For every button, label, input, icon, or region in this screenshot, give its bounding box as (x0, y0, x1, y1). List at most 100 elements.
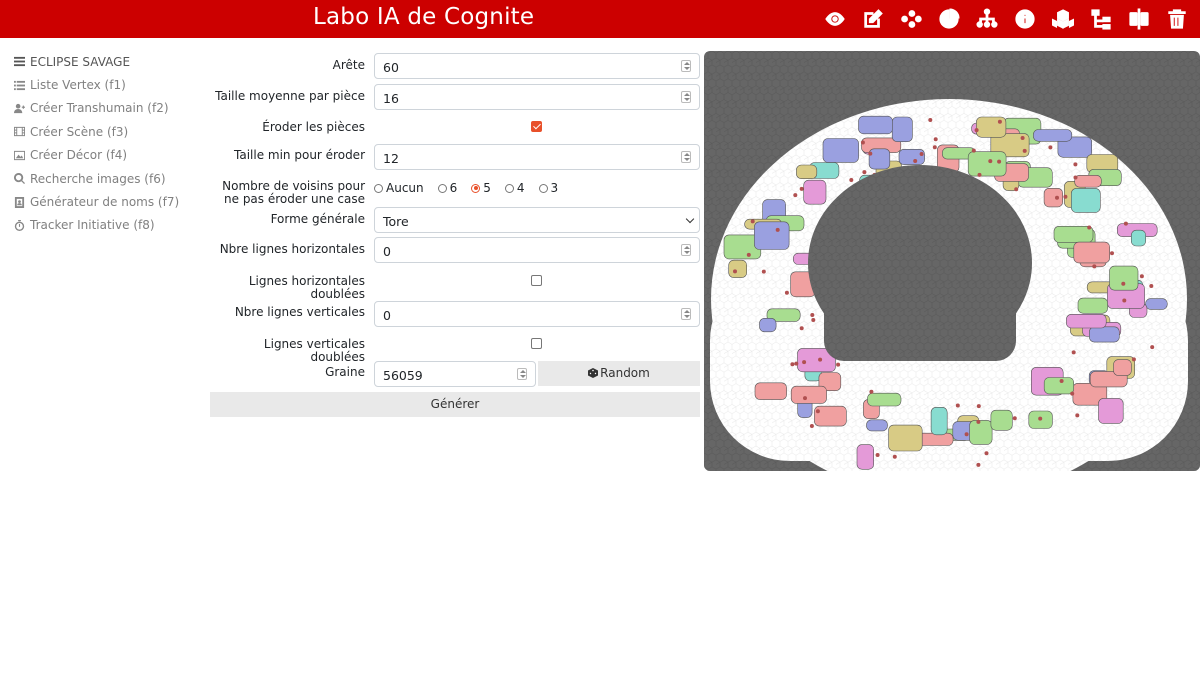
map-marker (784, 290, 789, 295)
radio-selected-icon[interactable] (471, 183, 481, 193)
map-marker (1075, 413, 1080, 418)
sidebar-item-creer-decor[interactable]: Créer Décor (f4) (0, 144, 200, 167)
trash-icon[interactable] (1164, 6, 1190, 32)
map-marker (1092, 264, 1097, 269)
map-piece (1089, 326, 1120, 343)
sidebar-item-liste-vertex[interactable]: Liste Vertex (f1) (0, 73, 200, 96)
taille-moyenne-spinner-icon[interactable] (681, 91, 691, 103)
random-button[interactable]: Random (538, 361, 700, 386)
hierarchy-icon[interactable] (974, 6, 1000, 32)
menu-icon (13, 56, 25, 68)
map-marker (1048, 145, 1053, 150)
voisins-option-3[interactable]: 3 (538, 181, 559, 195)
map-marker (933, 137, 938, 142)
app-title: Labo IA de Cognite (313, 4, 535, 30)
voisins-option-5[interactable]: 5 (471, 181, 491, 195)
voisins-option-aucun[interactable]: Aucun (374, 181, 424, 195)
map-piece (814, 405, 847, 427)
taille-moyenne-input[interactable]: 16 (374, 84, 700, 110)
option-label: 3 (550, 181, 559, 195)
pie-icon[interactable] (936, 6, 962, 32)
lignes-v-doublees-checkbox[interactable] (531, 338, 542, 349)
generate-button[interactable]: Générer (210, 392, 700, 417)
map-marker (1110, 251, 1114, 256)
eye-icon[interactable] (822, 6, 848, 32)
map-marker (836, 362, 841, 367)
radio-icon[interactable] (437, 183, 447, 193)
chevron-down-icon[interactable] (685, 214, 695, 224)
map-marker (1149, 284, 1154, 288)
arete-label: Arête (332, 58, 365, 72)
map-marker (750, 219, 755, 224)
taille-min-value: 12 (383, 151, 399, 166)
arete-spinner-icon[interactable] (681, 60, 691, 72)
edit-icon[interactable] (860, 6, 886, 32)
voisins-option-6[interactable]: 6 (437, 181, 457, 195)
map-marker (919, 152, 924, 156)
map-piece (967, 151, 1007, 177)
graine-input[interactable]: 56059 (374, 361, 536, 387)
map-marker (977, 172, 982, 177)
map-marker (799, 326, 804, 331)
map-marker (802, 360, 807, 365)
info-icon[interactable] (1012, 6, 1038, 32)
lignes-v-spinner-icon[interactable] (681, 308, 691, 320)
map-piece (1073, 241, 1110, 264)
map-marker (847, 189, 852, 194)
graine-label: Graine (325, 365, 365, 379)
stopwatch-icon (13, 219, 25, 231)
lignes-h-doublees-checkbox[interactable] (531, 275, 542, 286)
sidebar-item-tracker-initiative[interactable]: Tracker Initiative (f8) (0, 214, 200, 237)
map-piece (796, 164, 818, 179)
lignes-h-spinner-icon[interactable] (681, 244, 691, 256)
sidebar-item-eclipse-savage[interactable]: ECLIPSE SAVAGE (0, 50, 200, 73)
map-marker (875, 453, 880, 457)
arete-input[interactable]: 60 (374, 53, 700, 79)
map-marker (1073, 175, 1078, 180)
cubes-icon[interactable] (1050, 6, 1076, 32)
taille-min-spinner-icon[interactable] (681, 151, 691, 163)
sidebar-item-generateur-noms[interactable]: Générateur de noms (f7) (0, 190, 200, 213)
map-marker (803, 396, 807, 401)
sidebar-item-label: Générateur de noms (f7) (30, 195, 180, 210)
sidebar-item-label: Créer Scène (f3) (30, 124, 129, 139)
lignes-v-input[interactable]: 0 (374, 301, 700, 327)
sidebar-item-creer-transhumain[interactable]: Créer Transhumain (f2) (0, 97, 200, 120)
map-marker (809, 424, 814, 428)
sidebar-item-label: ECLIPSE SAVAGE (30, 54, 131, 69)
graine-spinner-icon[interactable] (517, 368, 527, 380)
film-icon (13, 126, 25, 138)
map-piece (856, 444, 875, 470)
map-piece (888, 424, 923, 452)
eroder-checkbox[interactable] (531, 121, 542, 132)
map-marker (849, 178, 854, 182)
split-icon[interactable] (1126, 6, 1152, 32)
lignes-h-label: Nbre lignes horizontales (219, 242, 365, 256)
map-marker (1139, 274, 1144, 279)
radio-icon[interactable] (538, 183, 548, 193)
map-marker (862, 170, 867, 175)
sidebar-item-creer-scene[interactable]: Créer Scène (f3) (0, 120, 200, 143)
map-marker (1073, 162, 1078, 167)
address-book-icon (13, 196, 25, 208)
map-marker (1121, 281, 1126, 286)
tree-icon[interactable] (1088, 6, 1114, 32)
taille-min-input[interactable]: 12 (374, 144, 700, 170)
sidebar-item-recherche-images[interactable]: Recherche images (f6) (0, 167, 200, 190)
map-piece (866, 419, 888, 432)
map-piece (1113, 359, 1132, 376)
map-marker (869, 389, 874, 394)
radio-icon[interactable] (374, 183, 383, 193)
lignes-h-input[interactable]: 0 (374, 237, 700, 263)
lignes-v-value: 0 (383, 308, 391, 323)
map-piece (790, 271, 816, 298)
map-marker (810, 313, 815, 317)
map-piece (1130, 229, 1146, 247)
voisins-option-4[interactable]: 4 (504, 181, 525, 195)
map-marker (793, 193, 798, 198)
radio-icon[interactable] (504, 183, 514, 193)
map-piece (797, 348, 836, 373)
forme-select[interactable]: Tore (374, 207, 700, 233)
network-icon[interactable] (898, 6, 924, 32)
map-marker (928, 118, 933, 122)
